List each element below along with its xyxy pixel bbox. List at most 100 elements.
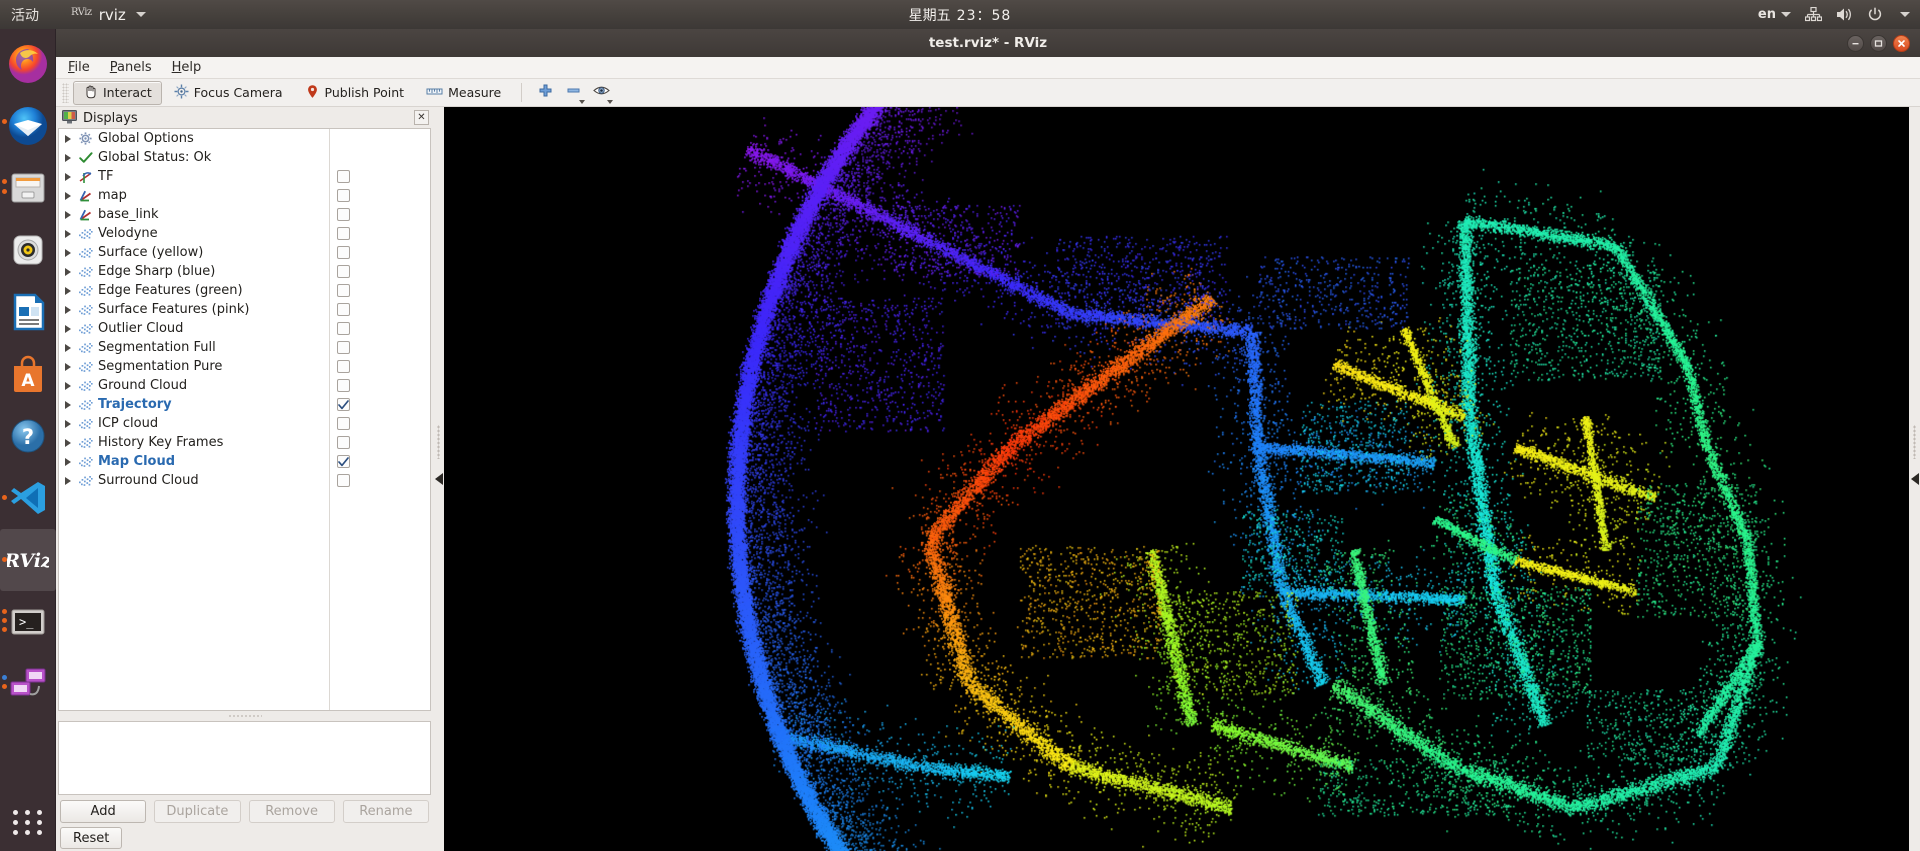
expand-arrow-icon[interactable] bbox=[65, 229, 71, 238]
dock-item-remote-desktop[interactable] bbox=[0, 653, 56, 715]
panel-splitter[interactable] bbox=[58, 711, 431, 721]
close-icon[interactable]: ✕ bbox=[414, 110, 429, 125]
display-item-base-link[interactable]: base_link bbox=[59, 205, 430, 224]
display-item-history-key-frames[interactable]: History Key Frames bbox=[59, 433, 430, 452]
language-indicator[interactable]: en bbox=[1758, 7, 1776, 22]
display-item-checkbox[interactable] bbox=[337, 170, 350, 183]
expand-arrow-icon[interactable] bbox=[65, 134, 71, 143]
remove-button[interactable]: Remove bbox=[248, 799, 335, 823]
dock-item-vscode[interactable] bbox=[0, 467, 56, 529]
display-item-checkbox[interactable] bbox=[337, 303, 350, 316]
expand-arrow-icon[interactable] bbox=[65, 153, 71, 162]
duplicate-button[interactable]: Duplicate bbox=[154, 799, 241, 823]
add-tool-button[interactable] bbox=[532, 81, 558, 105]
right-panel-collapse-handle[interactable] bbox=[1909, 107, 1920, 851]
expand-arrow-icon[interactable] bbox=[65, 419, 71, 428]
display-item-icp-cloud[interactable]: ICP cloud bbox=[59, 414, 430, 433]
expand-arrow-icon[interactable] bbox=[65, 248, 71, 257]
dock-item-help[interactable]: ? bbox=[0, 405, 56, 467]
dock-item-firefox[interactable] bbox=[0, 33, 56, 95]
expand-arrow-icon[interactable] bbox=[65, 172, 71, 181]
expand-arrow-icon[interactable] bbox=[65, 191, 71, 200]
rename-button[interactable]: Rename bbox=[342, 799, 429, 823]
display-item-checkbox[interactable] bbox=[337, 265, 350, 278]
display-item-checkbox[interactable] bbox=[337, 246, 350, 259]
expand-arrow-icon[interactable] bbox=[65, 324, 71, 333]
display-item-checkbox[interactable] bbox=[337, 436, 350, 449]
expand-arrow-icon[interactable] bbox=[65, 362, 71, 371]
display-item-checkbox[interactable] bbox=[337, 455, 350, 468]
display-item-checkbox[interactable] bbox=[337, 360, 350, 373]
dock-item-ubuntu-software[interactable]: A bbox=[0, 343, 56, 405]
display-item-global-options[interactable]: Global Options bbox=[59, 129, 430, 148]
tool-interact[interactable]: Interact bbox=[73, 80, 162, 105]
display-item-map-cloud[interactable]: Map Cloud bbox=[59, 452, 430, 471]
display-item-map[interactable]: map bbox=[59, 186, 430, 205]
display-item-checkbox[interactable] bbox=[337, 208, 350, 221]
menu-help[interactable]: Help bbox=[172, 60, 202, 75]
view-chevron-down-icon[interactable] bbox=[607, 99, 614, 104]
expand-arrow-icon[interactable] bbox=[65, 267, 71, 276]
display-item-checkbox[interactable] bbox=[337, 322, 350, 335]
expand-arrow-icon[interactable] bbox=[65, 286, 71, 295]
display-item-checkbox[interactable] bbox=[337, 379, 350, 392]
expand-arrow-icon[interactable] bbox=[65, 476, 71, 485]
network-icon[interactable] bbox=[1805, 7, 1822, 22]
view-tool-button[interactable] bbox=[588, 81, 614, 105]
display-item-surround-cloud[interactable]: Surround Cloud bbox=[59, 471, 430, 490]
display-item-checkbox[interactable] bbox=[337, 227, 350, 240]
properties-panel[interactable] bbox=[58, 721, 431, 795]
menu-panels[interactable]: Panels bbox=[110, 60, 152, 75]
display-item-velodyne[interactable]: Velodyne bbox=[59, 224, 430, 243]
expand-arrow-icon[interactable] bbox=[65, 457, 71, 466]
display-item-surface-features-pink[interactable]: Surface Features (pink) bbox=[59, 300, 430, 319]
expand-arrow-icon[interactable] bbox=[65, 381, 71, 390]
display-item-ground-cloud[interactable]: Ground Cloud bbox=[59, 376, 430, 395]
display-item-checkbox[interactable] bbox=[337, 341, 350, 354]
displays-tree[interactable]: Global Options Global Status: Ok TF map base… bbox=[58, 128, 431, 711]
toolbar-grip[interactable] bbox=[62, 82, 69, 103]
reset-button[interactable]: Reset bbox=[60, 827, 123, 849]
expand-arrow-icon[interactable] bbox=[65, 438, 71, 447]
activities-button[interactable]: 活动 bbox=[11, 5, 39, 25]
display-item-edge-features-green[interactable]: Edge Features (green) bbox=[59, 281, 430, 300]
volume-icon[interactable] bbox=[1836, 7, 1853, 22]
add-button[interactable]: Add bbox=[60, 799, 147, 823]
render-viewport[interactable] bbox=[444, 107, 1909, 851]
display-item-checkbox[interactable] bbox=[337, 417, 350, 430]
minimize-button[interactable] bbox=[1847, 34, 1864, 52]
display-item-edge-sharp-blue[interactable]: Edge Sharp (blue) bbox=[59, 262, 430, 281]
dock-item-rhythmbox[interactable] bbox=[0, 219, 56, 281]
dock-item-thunderbird[interactable] bbox=[0, 95, 56, 157]
display-item-checkbox[interactable] bbox=[337, 474, 350, 487]
maximize-button[interactable] bbox=[1870, 34, 1887, 52]
display-item-surface-yellow[interactable]: Surface (yellow) bbox=[59, 243, 430, 262]
dock-item-terminal[interactable]: >_ bbox=[0, 591, 56, 653]
display-item-tf[interactable]: TF bbox=[59, 167, 430, 186]
language-chevron-down-icon[interactable] bbox=[1781, 12, 1791, 17]
display-item-segmentation-full[interactable]: Segmentation Full bbox=[59, 338, 430, 357]
expand-arrow-icon[interactable] bbox=[65, 210, 71, 219]
display-item-checkbox[interactable] bbox=[337, 398, 350, 411]
expand-arrow-icon[interactable] bbox=[65, 305, 71, 314]
menu-file[interactable]: File bbox=[68, 60, 90, 75]
display-item-trajectory[interactable]: Trajectory bbox=[59, 395, 430, 414]
dock-item-files[interactable] bbox=[0, 157, 56, 219]
clock-button[interactable]: 星期五 23：58 bbox=[909, 5, 1012, 25]
show-applications-button[interactable] bbox=[0, 810, 56, 835]
close-button[interactable] bbox=[1893, 34, 1910, 52]
power-icon[interactable] bbox=[1867, 7, 1883, 22]
display-item-segmentation-pure[interactable]: Segmentation Pure bbox=[59, 357, 430, 376]
display-item-checkbox[interactable] bbox=[337, 284, 350, 297]
tool-measure[interactable]: Measure bbox=[416, 81, 511, 105]
display-item-outlier-cloud[interactable]: Outlier Cloud bbox=[59, 319, 430, 338]
app-menu-button[interactable]: RViz rviz bbox=[71, 6, 146, 24]
tool-publish-point[interactable]: Publish Point bbox=[295, 81, 415, 105]
expand-arrow-icon[interactable] bbox=[65, 400, 71, 409]
display-item-global-status-ok[interactable]: Global Status: Ok bbox=[59, 148, 430, 167]
dock-item-libreoffice-writer[interactable] bbox=[0, 281, 56, 343]
left-panel-collapse-handle[interactable] bbox=[433, 107, 444, 851]
tool-focus-camera[interactable]: Focus Camera bbox=[164, 81, 293, 105]
dock-item-rviz[interactable]: RViz bbox=[0, 529, 56, 591]
system-menu-chevron-down-icon[interactable] bbox=[1900, 12, 1910, 17]
